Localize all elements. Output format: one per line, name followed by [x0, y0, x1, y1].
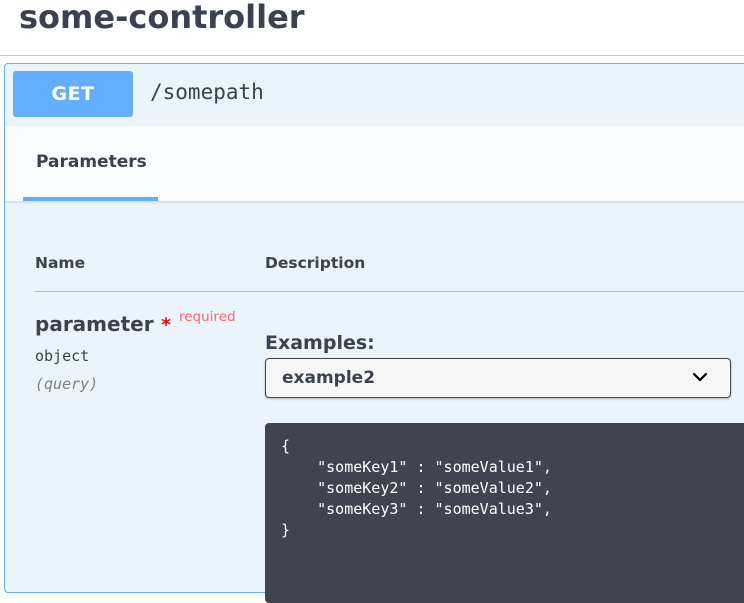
- tag-header[interactable]: some-controller: [0, 0, 744, 56]
- header-divider: [35, 291, 744, 292]
- tab-parameters[interactable]: Parameters: [23, 126, 158, 201]
- method-badge: GET: [13, 71, 133, 117]
- column-header-name: Name: [35, 254, 86, 272]
- parameter-location: (query): [35, 375, 99, 393]
- column-header-description: Description: [265, 254, 366, 272]
- operation-path: /somepath: [150, 80, 264, 104]
- tab-label: Parameters: [36, 152, 147, 172]
- parameter-name: parameter: [35, 312, 154, 336]
- required-star: *: [161, 314, 171, 336]
- examples-select[interactable]: example2: [265, 358, 731, 398]
- operation-block: GET /somepath Parameters Name Descriptio…: [4, 63, 744, 603]
- page-title: some-controller: [19, 0, 305, 36]
- example-code-block[interactable]: { "someKey1" : "someValue1", "someKey2" …: [265, 423, 744, 603]
- examples-label: Examples:: [265, 332, 375, 354]
- operation-summary[interactable]: GET /somepath: [5, 64, 744, 127]
- tab-active-indicator: [23, 197, 158, 201]
- parameter-type: object: [35, 347, 90, 365]
- required-label: required: [179, 309, 236, 325]
- example-code: { "someKey1" : "someValue1", "someKey2" …: [281, 437, 552, 539]
- examples-select-value: example2: [282, 368, 376, 388]
- chevron-down-icon: [692, 372, 708, 382]
- tab-header: Parameters: [5, 126, 744, 202]
